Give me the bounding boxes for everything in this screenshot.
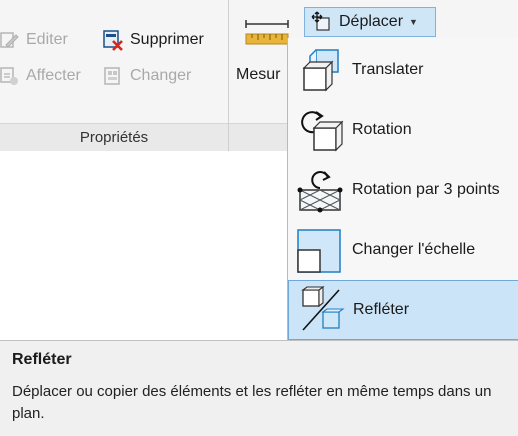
- tooltip-title: Refléter: [12, 351, 72, 368]
- chevron-down-icon: ▼: [409, 17, 418, 27]
- edit-icon: [0, 29, 20, 51]
- menu-item-label: Refléter: [353, 301, 410, 318]
- delete-icon: [102, 29, 124, 51]
- assign-icon: [0, 65, 20, 87]
- editer-button[interactable]: Editer: [0, 28, 68, 52]
- mesurer-label[interactable]: Mesur: [236, 66, 280, 84]
- menu-item-changer-echelle[interactable]: Changer l'échelle: [288, 220, 518, 280]
- mirror-icon: [295, 284, 347, 336]
- menu-item-label: Translater: [352, 61, 424, 78]
- measure-icon[interactable]: [244, 18, 290, 46]
- editer-label: Editer: [26, 31, 68, 48]
- affecter-label: Affecter: [26, 67, 81, 84]
- affecter-button[interactable]: Affecter: [0, 64, 81, 88]
- change-icon: [102, 65, 124, 87]
- scale-icon: [294, 224, 346, 276]
- tooltip: Refléter Déplacer ou copier des éléments…: [0, 340, 518, 436]
- supprimer-button[interactable]: Supprimer: [102, 28, 204, 52]
- translate-icon: [294, 44, 346, 96]
- rotate-3-points-icon: [294, 164, 346, 216]
- group-separator: [228, 0, 229, 150]
- move-icon: [311, 11, 333, 33]
- deplacer-dropdown-button[interactable]: Déplacer ▼: [304, 7, 436, 37]
- deplacer-dropdown-menu: Translater Rotation Rotation par 3 point…: [287, 38, 518, 343]
- rotate-icon: [294, 104, 346, 156]
- proprietes-group-footer: Propriétés: [0, 123, 228, 151]
- tooltip-description: Déplacer ou copier des éléments et les r…: [12, 383, 492, 422]
- menu-item-label: Rotation par 3 points: [352, 181, 500, 198]
- menu-item-translater[interactable]: Translater: [288, 40, 518, 100]
- changer-label: Changer: [130, 67, 192, 84]
- deplacer-label: Déplacer: [339, 13, 404, 30]
- supprimer-label: Supprimer: [130, 31, 204, 48]
- proprietes-label: Propriétés: [79, 129, 149, 146]
- menu-item-rotation[interactable]: Rotation: [288, 100, 518, 160]
- menu-item-refleter[interactable]: Refléter: [288, 280, 518, 340]
- menu-item-label: Rotation: [352, 121, 412, 138]
- menu-item-rotation-3-points[interactable]: Rotation par 3 points: [288, 160, 518, 220]
- changer-button[interactable]: Changer: [102, 64, 191, 88]
- menu-item-label: Changer l'échelle: [352, 241, 476, 258]
